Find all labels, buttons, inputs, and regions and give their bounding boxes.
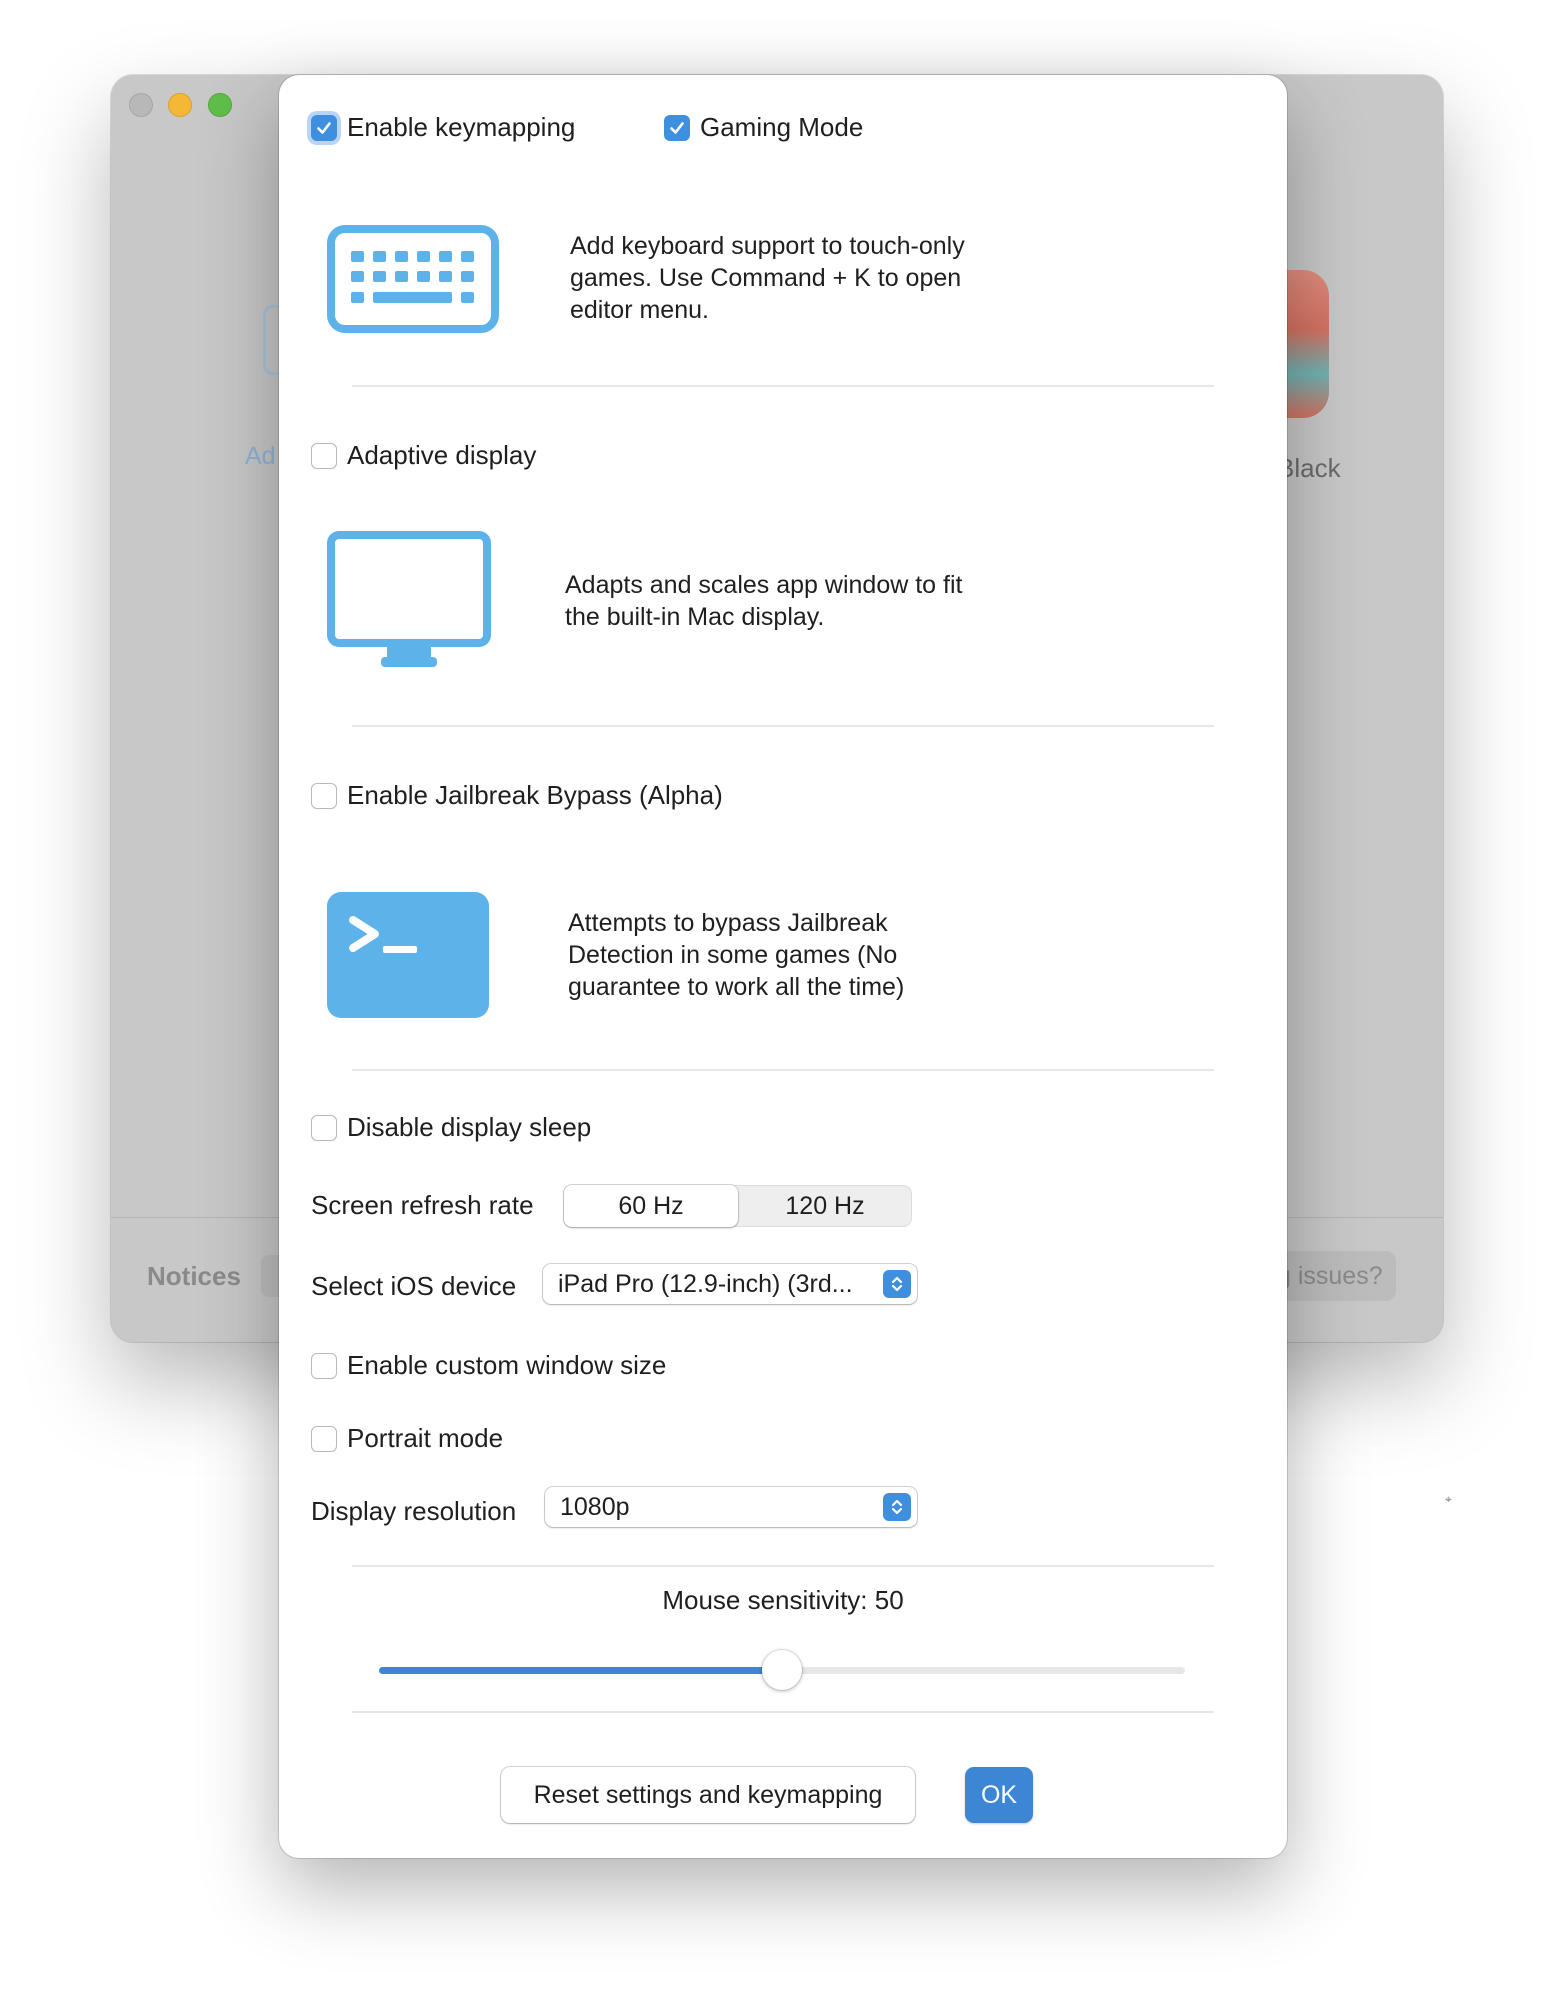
window-close-button[interactable] bbox=[129, 93, 153, 117]
slider-knob[interactable] bbox=[762, 1650, 802, 1690]
jailbreak-bypass-row[interactable]: Enable Jailbreak Bypass (Alpha) bbox=[311, 780, 723, 811]
refresh-rate-segmented-control[interactable]: 60 Hz 120 Hz bbox=[564, 1185, 912, 1227]
portrait-mode-label: Portrait mode bbox=[347, 1423, 504, 1453]
gaming-mode-label: Gaming Mode bbox=[700, 112, 864, 142]
ios-device-select[interactable]: iPad Pro (12.9-inch) (3rd... bbox=[543, 1264, 917, 1304]
background-app-label: Ad bbox=[245, 442, 276, 470]
window-minimize-button[interactable] bbox=[168, 93, 192, 117]
refresh-rate-60hz[interactable]: 60 Hz bbox=[564, 1185, 738, 1227]
adaptive-display-label: Adaptive display bbox=[347, 440, 537, 470]
refresh-rate-120hz[interactable]: 120 Hz bbox=[738, 1185, 912, 1227]
terminal-icon bbox=[327, 892, 489, 1025]
jailbreak-bypass-checkbox[interactable] bbox=[311, 782, 337, 809]
separator bbox=[352, 385, 1214, 387]
refresh-rate-label: Screen refresh rate bbox=[311, 1190, 534, 1220]
portrait-mode-row[interactable]: Portrait mode bbox=[311, 1423, 503, 1454]
disable-display-sleep-row[interactable]: Disable display sleep bbox=[311, 1112, 591, 1143]
display-resolution-label: Display resolution bbox=[311, 1496, 517, 1526]
reset-settings-button[interactable]: Reset settings and keymapping bbox=[501, 1767, 915, 1823]
gaming-mode-row[interactable]: Gaming Mode bbox=[664, 112, 863, 143]
mouse-sensitivity-slider[interactable] bbox=[379, 1650, 1185, 1690]
settings-sheet: Enable keymapping Gaming Mode Add keyboa… bbox=[279, 75, 1287, 1858]
gaming-mode-checkbox[interactable] bbox=[664, 114, 690, 141]
ok-button[interactable]: OK bbox=[965, 1767, 1033, 1823]
keymapping-description: Add keyboard support to touch-only games… bbox=[570, 232, 965, 324]
custom-window-size-row[interactable]: Enable custom window size bbox=[311, 1350, 666, 1381]
enable-keymapping-row[interactable]: Enable keymapping bbox=[311, 112, 575, 143]
notices-label: Notices bbox=[147, 1261, 241, 1291]
ios-device-value: iPad Pro (12.9-inch) (3rd... bbox=[558, 1270, 853, 1298]
keyboard-icon bbox=[327, 225, 499, 338]
monitor-icon bbox=[327, 531, 493, 676]
enable-keymapping-checkbox[interactable] bbox=[311, 114, 337, 141]
chevron-updown-icon bbox=[883, 1493, 911, 1521]
custom-window-size-label: Enable custom window size bbox=[347, 1350, 667, 1380]
cursor-icon: ⌖ bbox=[1445, 1492, 1452, 1506]
adaptive-display-row[interactable]: Adaptive display bbox=[311, 440, 536, 471]
adaptive-display-checkbox[interactable] bbox=[311, 442, 337, 469]
chevron-updown-icon bbox=[883, 1270, 911, 1298]
jailbreak-description: Attempts to bypass Jailbreak Detection i… bbox=[568, 909, 905, 1001]
disable-display-sleep-label: Disable display sleep bbox=[347, 1112, 592, 1142]
issues-button[interactable]: g issues? bbox=[1271, 1251, 1396, 1301]
window-zoom-button[interactable] bbox=[208, 93, 232, 117]
enable-keymapping-label: Enable keymapping bbox=[347, 112, 576, 142]
mouse-sensitivity-label: Mouse sensitivity: 50 bbox=[662, 1585, 904, 1615]
separator bbox=[352, 725, 1214, 727]
separator bbox=[352, 1565, 1214, 1567]
separator bbox=[352, 1069, 1214, 1071]
display-resolution-select[interactable]: 1080p bbox=[545, 1487, 917, 1527]
ios-device-label: Select iOS device bbox=[311, 1271, 517, 1301]
checkmark-icon bbox=[317, 121, 331, 134]
custom-window-size-checkbox[interactable] bbox=[311, 1352, 337, 1379]
disable-display-sleep-checkbox[interactable] bbox=[311, 1114, 337, 1141]
separator bbox=[352, 1711, 1214, 1713]
checkmark-icon bbox=[670, 121, 684, 134]
adaptive-description: Adapts and scales app window to fit the … bbox=[565, 571, 963, 631]
display-resolution-value: 1080p bbox=[560, 1493, 630, 1521]
slider-fill bbox=[379, 1667, 782, 1674]
jailbreak-bypass-label: Enable Jailbreak Bypass (Alpha) bbox=[347, 780, 723, 810]
portrait-mode-checkbox[interactable] bbox=[311, 1425, 337, 1452]
